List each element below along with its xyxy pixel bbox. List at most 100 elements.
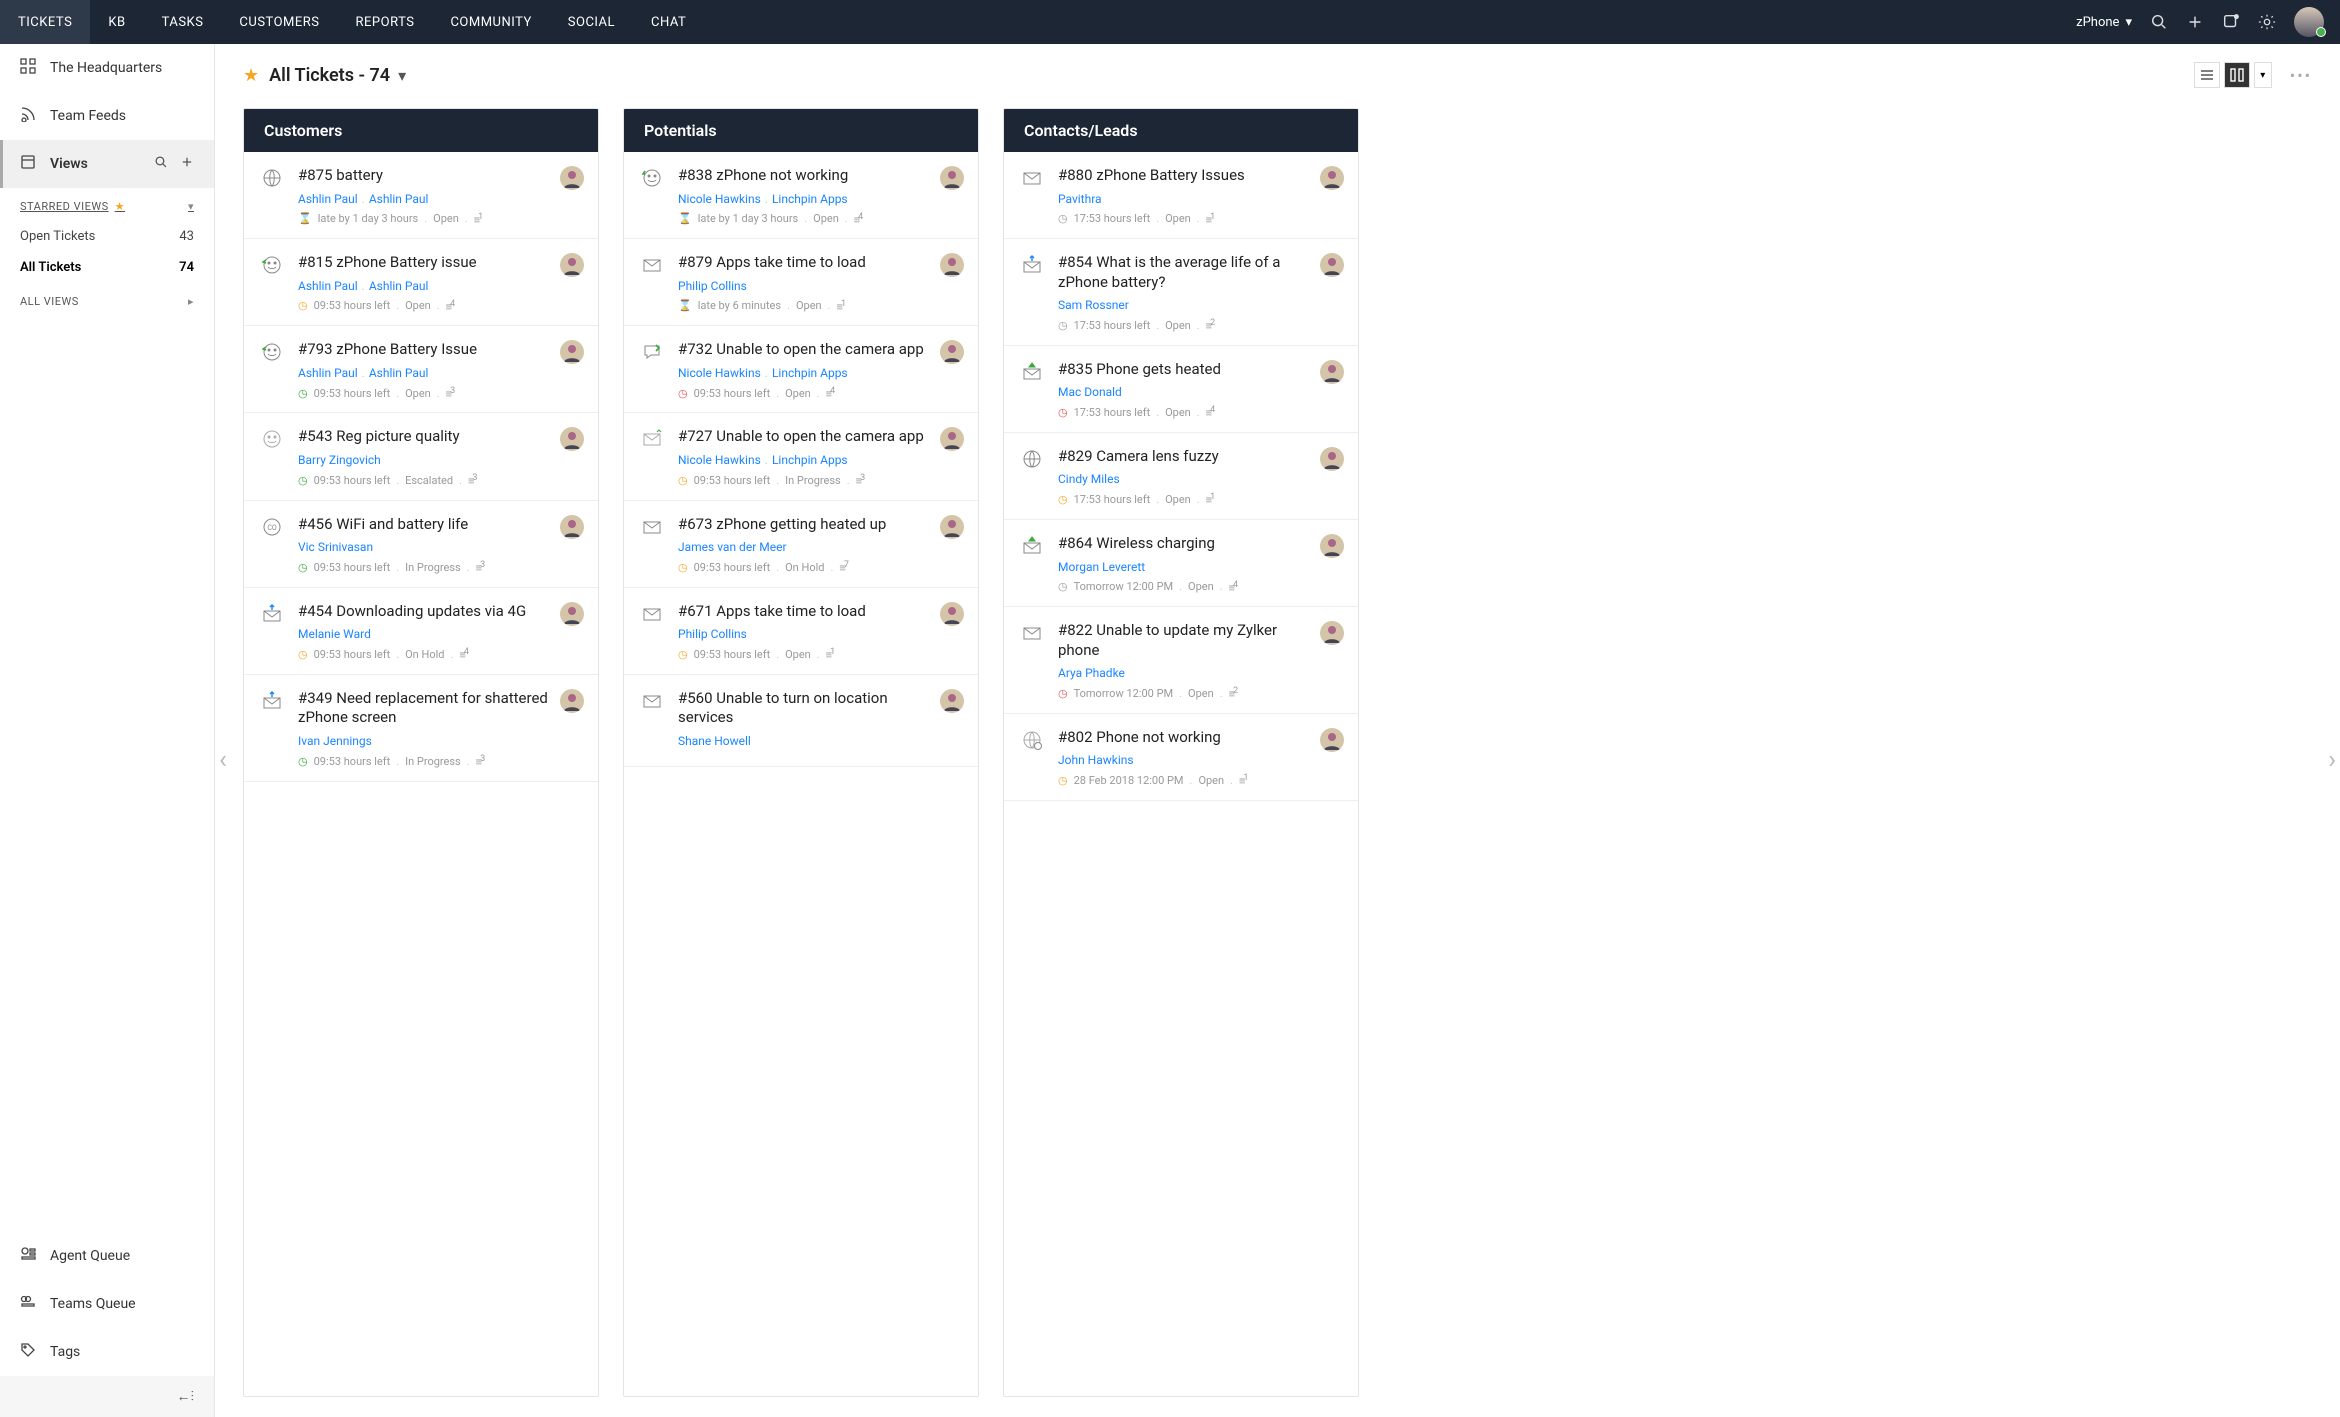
assignee-avatar[interactable] <box>940 602 964 626</box>
assignee-avatar[interactable] <box>560 602 584 626</box>
assignee-avatar[interactable] <box>1320 253 1344 277</box>
sidebar-views[interactable]: Views <box>0 140 214 188</box>
assignee-avatar[interactable] <box>940 427 964 451</box>
assignee-avatar[interactable] <box>940 253 964 277</box>
card-link[interactable]: Ashlin Paul <box>298 279 358 293</box>
ticket-card[interactable]: #815 zPhone Battery issue Ashlin Paul.As… <box>244 239 598 326</box>
sidebar-hq[interactable]: The Headquarters <box>0 44 214 92</box>
ticket-card[interactable]: #864 Wireless charging Morgan Leverett ◷… <box>1004 520 1358 607</box>
gear-icon[interactable] <box>2258 13 2276 31</box>
assignee-avatar[interactable] <box>1320 728 1344 752</box>
ticket-card[interactable]: #822 Unable to update my Zylker phone Ar… <box>1004 607 1358 714</box>
search-icon[interactable] <box>2150 13 2168 31</box>
sidebar-teams-queue[interactable]: Teams Queue <box>0 1280 214 1328</box>
ticket-card[interactable]: #879 Apps take time to load Philip Colli… <box>624 239 978 326</box>
scroll-right-arrow[interactable]: › <box>2328 745 2336 775</box>
title-dropdown-icon[interactable]: ▾ <box>398 66 406 85</box>
nav-tab-customers[interactable]: CUSTOMERS <box>221 0 337 44</box>
card-link[interactable]: Ivan Jennings <box>298 734 372 748</box>
assignee-avatar[interactable] <box>1320 534 1344 558</box>
board-view-toggle[interactable] <box>2224 62 2250 88</box>
card-link[interactable]: Barry Zingovich <box>298 453 381 467</box>
sidebar-filter-all-tickets[interactable]: All Tickets74 <box>0 252 214 283</box>
ticket-card[interactable]: #838 zPhone not working Nicole Hawkins.L… <box>624 152 978 239</box>
card-link[interactable]: Linchpin Apps <box>772 453 848 467</box>
nav-tab-tickets[interactable]: TICKETS <box>0 0 90 44</box>
assignee-avatar[interactable] <box>940 166 964 190</box>
ticket-card[interactable]: #673 zPhone getting heated up James van … <box>624 501 978 588</box>
assignee-avatar[interactable] <box>1320 621 1344 645</box>
ticket-card[interactable]: #543 Reg picture quality Barry Zingovich… <box>244 413 598 500</box>
brand-dropdown[interactable]: zPhone ▾ <box>2076 15 2132 30</box>
card-link[interactable]: Arya Phadke <box>1058 666 1125 680</box>
card-link[interactable]: Nicole Hawkins <box>678 192 761 206</box>
ticket-card[interactable]: #454 Downloading updates via 4G Melanie … <box>244 588 598 675</box>
card-link[interactable]: Philip Collins <box>678 279 747 293</box>
notification-icon[interactable] <box>2222 13 2240 31</box>
card-link[interactable]: Pavithra <box>1058 192 1102 206</box>
ticket-card[interactable]: #835 Phone gets heated Mac Donald ◷17:53… <box>1004 346 1358 433</box>
assignee-avatar[interactable] <box>560 515 584 539</box>
assignee-avatar[interactable] <box>1320 166 1344 190</box>
card-link[interactable]: Morgan Leverett <box>1058 560 1145 574</box>
assignee-avatar[interactable] <box>940 340 964 364</box>
assignee-avatar[interactable] <box>560 253 584 277</box>
card-link[interactable]: Sam Rossner <box>1058 298 1129 312</box>
sidebar-filter-open-tickets[interactable]: Open Tickets43 <box>0 221 214 252</box>
add-view-icon[interactable] <box>180 155 194 173</box>
card-link[interactable]: Ashlin Paul <box>298 366 358 380</box>
ticket-card[interactable]: #560 Unable to turn on location services… <box>624 675 978 767</box>
nav-tab-community[interactable]: COMMUNITY <box>432 0 549 44</box>
nav-tab-tasks[interactable]: TASKS <box>144 0 222 44</box>
card-link[interactable]: Vic Srinivasan <box>298 540 373 554</box>
card-link[interactable]: Cindy Miles <box>1058 472 1120 486</box>
card-link[interactable]: Ashlin Paul <box>369 192 429 206</box>
user-avatar[interactable] <box>2294 7 2324 37</box>
assignee-avatar[interactable] <box>1320 447 1344 471</box>
card-link[interactable]: Mac Donald <box>1058 385 1122 399</box>
starred-views-section[interactable]: STARRED VIEWS ★ ▾ <box>0 188 214 221</box>
card-link[interactable]: Nicole Hawkins <box>678 366 761 380</box>
star-icon[interactable]: ★ <box>243 65 259 86</box>
assignee-avatar[interactable] <box>940 515 964 539</box>
card-link[interactable]: Linchpin Apps <box>772 192 848 206</box>
scroll-left-arrow[interactable]: ‹ <box>219 745 227 775</box>
ticket-card[interactable]: CO #456 WiFi and battery life Vic Sriniv… <box>244 501 598 588</box>
list-view-toggle[interactable] <box>2194 62 2220 88</box>
card-link[interactable]: Ashlin Paul <box>369 366 429 380</box>
ticket-card[interactable]: #802 Phone not working John Hawkins ◷28 … <box>1004 714 1358 801</box>
ticket-card[interactable]: #880 zPhone Battery Issues Pavithra ◷17:… <box>1004 152 1358 239</box>
ticket-card[interactable]: #727 Unable to open the camera app Nicol… <box>624 413 978 500</box>
view-options-dropdown[interactable]: ▾ <box>2254 62 2272 88</box>
nav-tab-reports[interactable]: REPORTS <box>338 0 433 44</box>
nav-tab-social[interactable]: SOCIAL <box>550 0 633 44</box>
card-link[interactable]: Melanie Ward <box>298 627 371 641</box>
card-link[interactable]: Ashlin Paul <box>298 192 358 206</box>
ticket-card[interactable]: #671 Apps take time to load Philip Colli… <box>624 588 978 675</box>
ticket-card[interactable]: #875 battery Ashlin Paul.Ashlin Paul ⌛la… <box>244 152 598 239</box>
card-link[interactable]: Linchpin Apps <box>772 366 848 380</box>
assignee-avatar[interactable] <box>1320 360 1344 384</box>
ticket-card[interactable]: #349 Need replacement for shattered zPho… <box>244 675 598 782</box>
card-link[interactable]: James van der Meer <box>678 540 787 554</box>
nav-tab-chat[interactable]: CHAT <box>633 0 704 44</box>
card-link[interactable]: John Hawkins <box>1058 753 1134 767</box>
ticket-card[interactable]: #793 zPhone Battery Issue Ashlin Paul.As… <box>244 326 598 413</box>
sidebar-feeds[interactable]: Team Feeds <box>0 92 214 140</box>
card-link[interactable]: Philip Collins <box>678 627 747 641</box>
sidebar-tags[interactable]: Tags <box>0 1328 214 1376</box>
plus-icon[interactable] <box>2186 13 2204 31</box>
more-actions-icon[interactable]: ••• <box>2290 66 2312 85</box>
all-views-section[interactable]: ALL VIEWS ▸ <box>0 283 214 316</box>
assignee-avatar[interactable] <box>560 689 584 713</box>
card-link[interactable]: Ashlin Paul <box>369 279 429 293</box>
ticket-card[interactable]: #829 Camera lens fuzzy Cindy Miles ◷17:5… <box>1004 433 1358 520</box>
assignee-avatar[interactable] <box>560 340 584 364</box>
nav-tab-kb[interactable]: KB <box>90 0 143 44</box>
card-link[interactable]: Nicole Hawkins <box>678 453 761 467</box>
assignee-avatar[interactable] <box>560 166 584 190</box>
sidebar-agent-queue[interactable]: Agent Queue <box>0 1232 214 1280</box>
card-link[interactable]: Shane Howell <box>678 734 751 748</box>
ticket-card[interactable]: #854 What is the average life of a zPhon… <box>1004 239 1358 346</box>
collapse-sidebar-button[interactable]: ←⫶ <box>0 1376 214 1417</box>
